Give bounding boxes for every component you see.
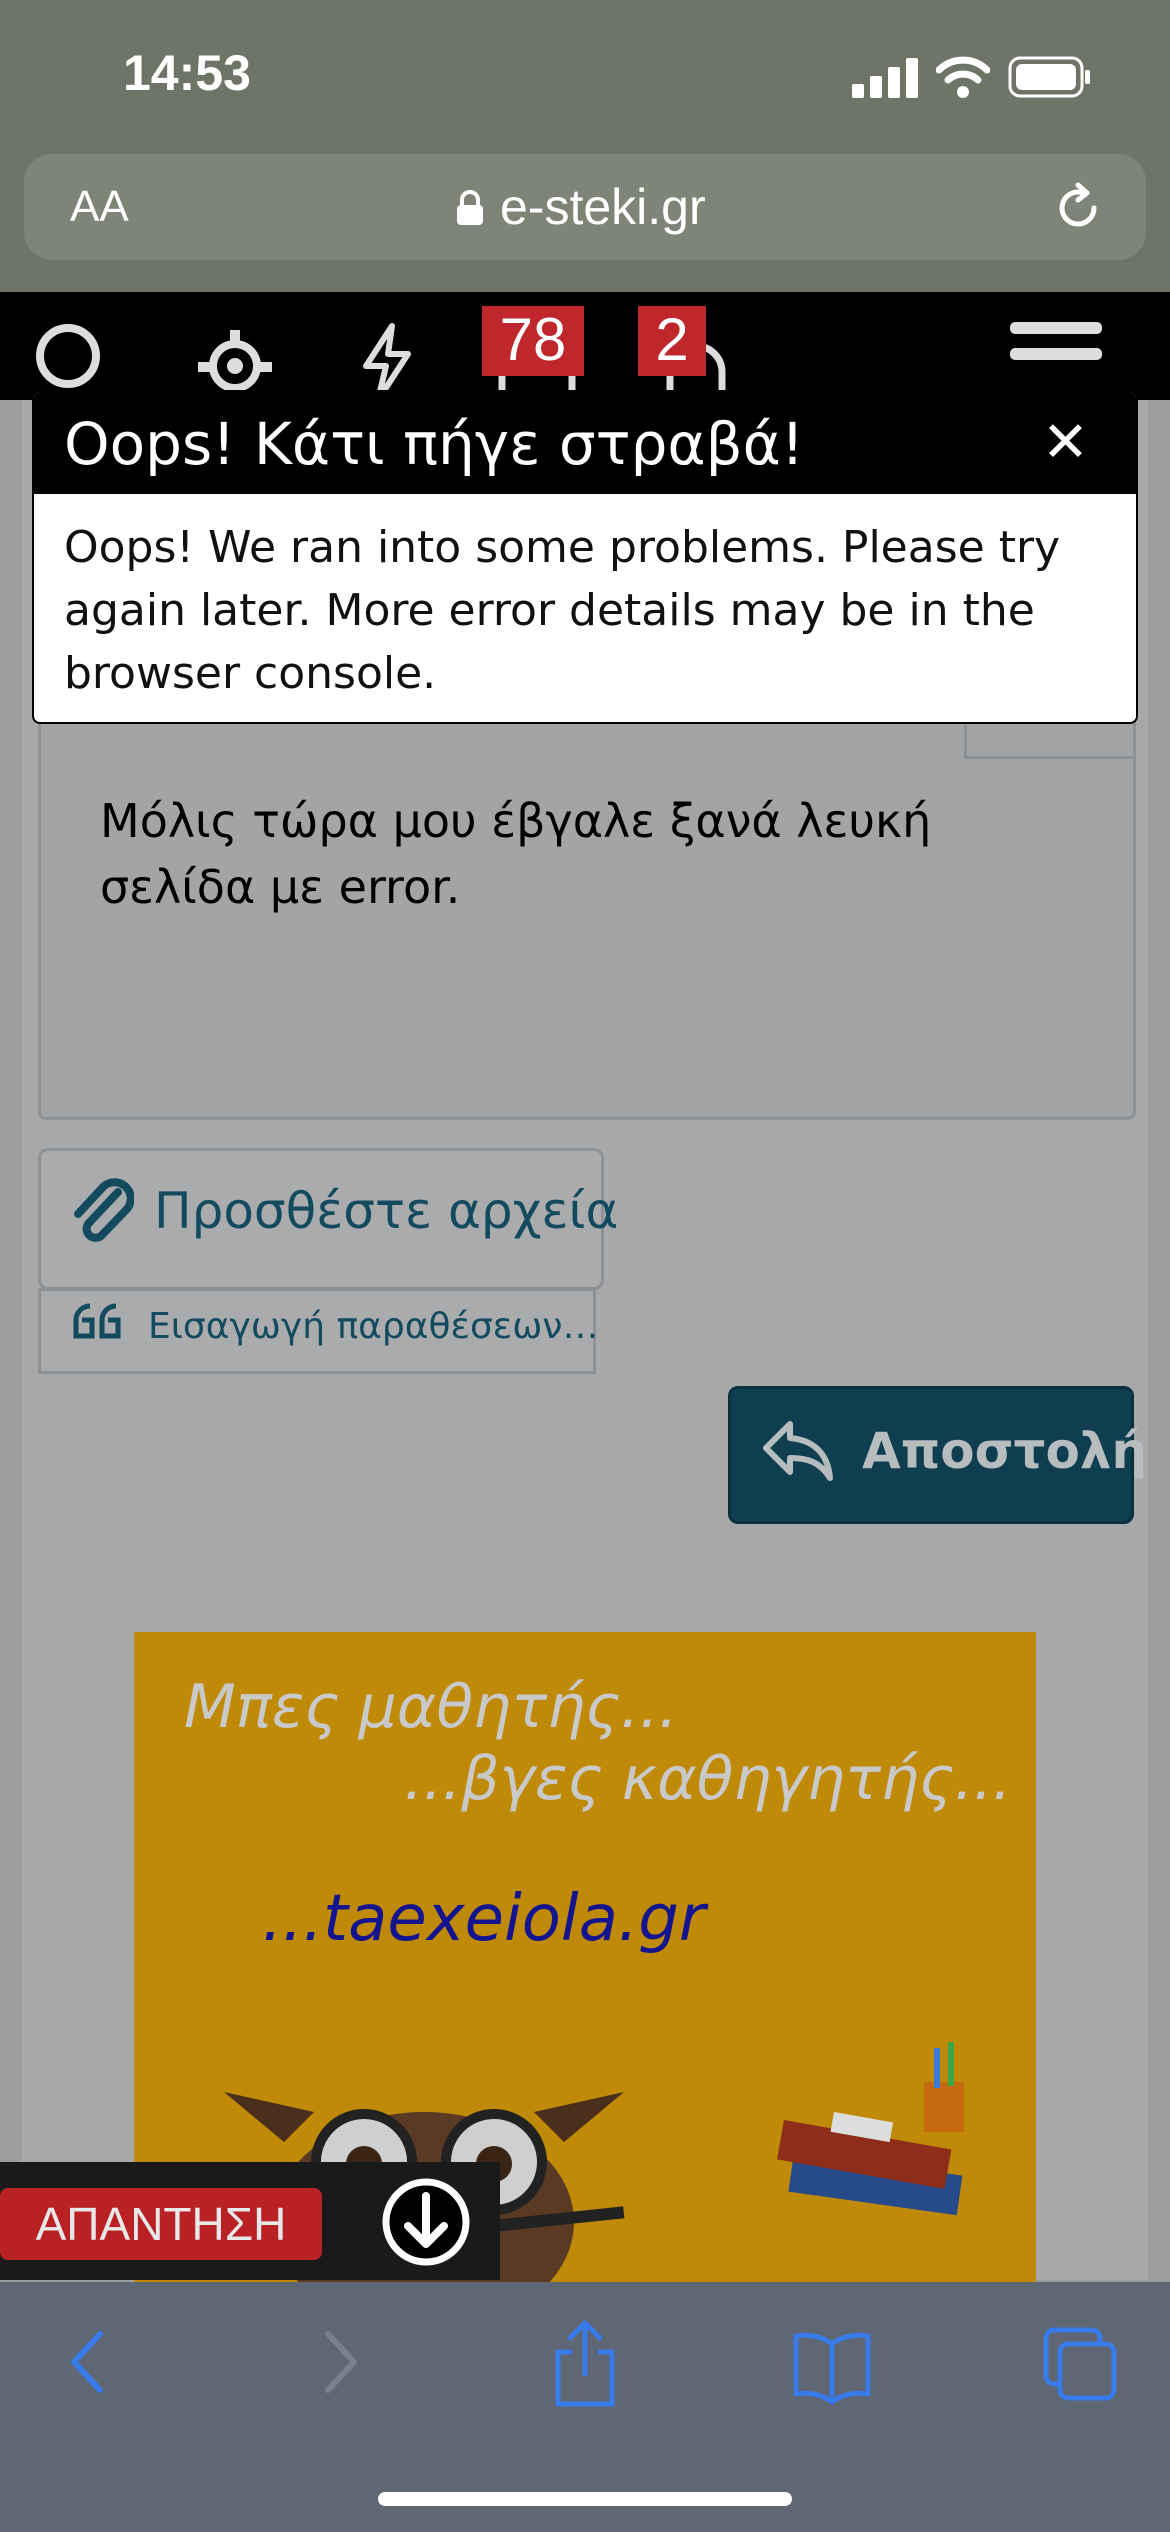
share-icon[interactable] [550,2318,620,2408]
bookmarks-icon[interactable] [792,2318,872,2408]
reply-arrow-icon [763,1421,833,1481]
battery-icon [1008,56,1090,98]
ad-line-2: ...βγες καθηγητής... [404,1744,1012,1814]
lock-icon [457,190,483,225]
attach-files-label[interactable]: Προσθέστε αρχεία [154,1182,618,1240]
back-icon[interactable] [62,2318,112,2408]
paperclip-icon [74,1178,134,1242]
dialog-title: Oops! Κάτι πήγε στραβά! [64,410,805,478]
conversations-badge[interactable]: 78 [482,306,584,376]
tabs-icon[interactable] [1040,2318,1120,2408]
menu-icon[interactable] [1010,322,1102,386]
dialog-message: Oops! We ran into some problems. Please … [64,522,1061,699]
reply-button[interactable]: ΑΠΑΝΤΗΣΗ [0,2188,322,2260]
insert-quotes-label[interactable]: Εισαγωγή παραθέσεων… [148,1306,599,1347]
wifi-icon [936,56,990,98]
ad-site-text: ...taexeiola.gr [262,1882,706,1956]
close-icon[interactable]: ✕ [1042,410,1089,475]
status-time: 14:53 [123,45,251,101]
home-indicator[interactable] [378,2492,792,2506]
send-label[interactable]: Αποστολή [862,1422,1147,1480]
ad-line-1: Μπες μαθητής... [184,1672,678,1742]
quote-icon [73,1303,121,1339]
forward-icon[interactable] [316,2318,366,2408]
books-illustration [777,2042,964,2216]
scroll-down-icon[interactable] [380,2176,472,2268]
alerts-badge[interactable]: 2 [638,306,706,376]
text-size-button[interactable]: AA [70,182,129,232]
reload-icon[interactable] [1052,182,1104,234]
editor-text[interactable]: Μόλις τώρα μου έβγαλε ξανά λευκή σελίδα … [100,788,1060,920]
signal-icon [852,58,918,98]
url-text[interactable]: e-steki.gr [500,178,706,236]
error-dialog: Oops! Κάτι πήγε στραβά! ✕ Oops! We ran i… [32,390,1138,724]
